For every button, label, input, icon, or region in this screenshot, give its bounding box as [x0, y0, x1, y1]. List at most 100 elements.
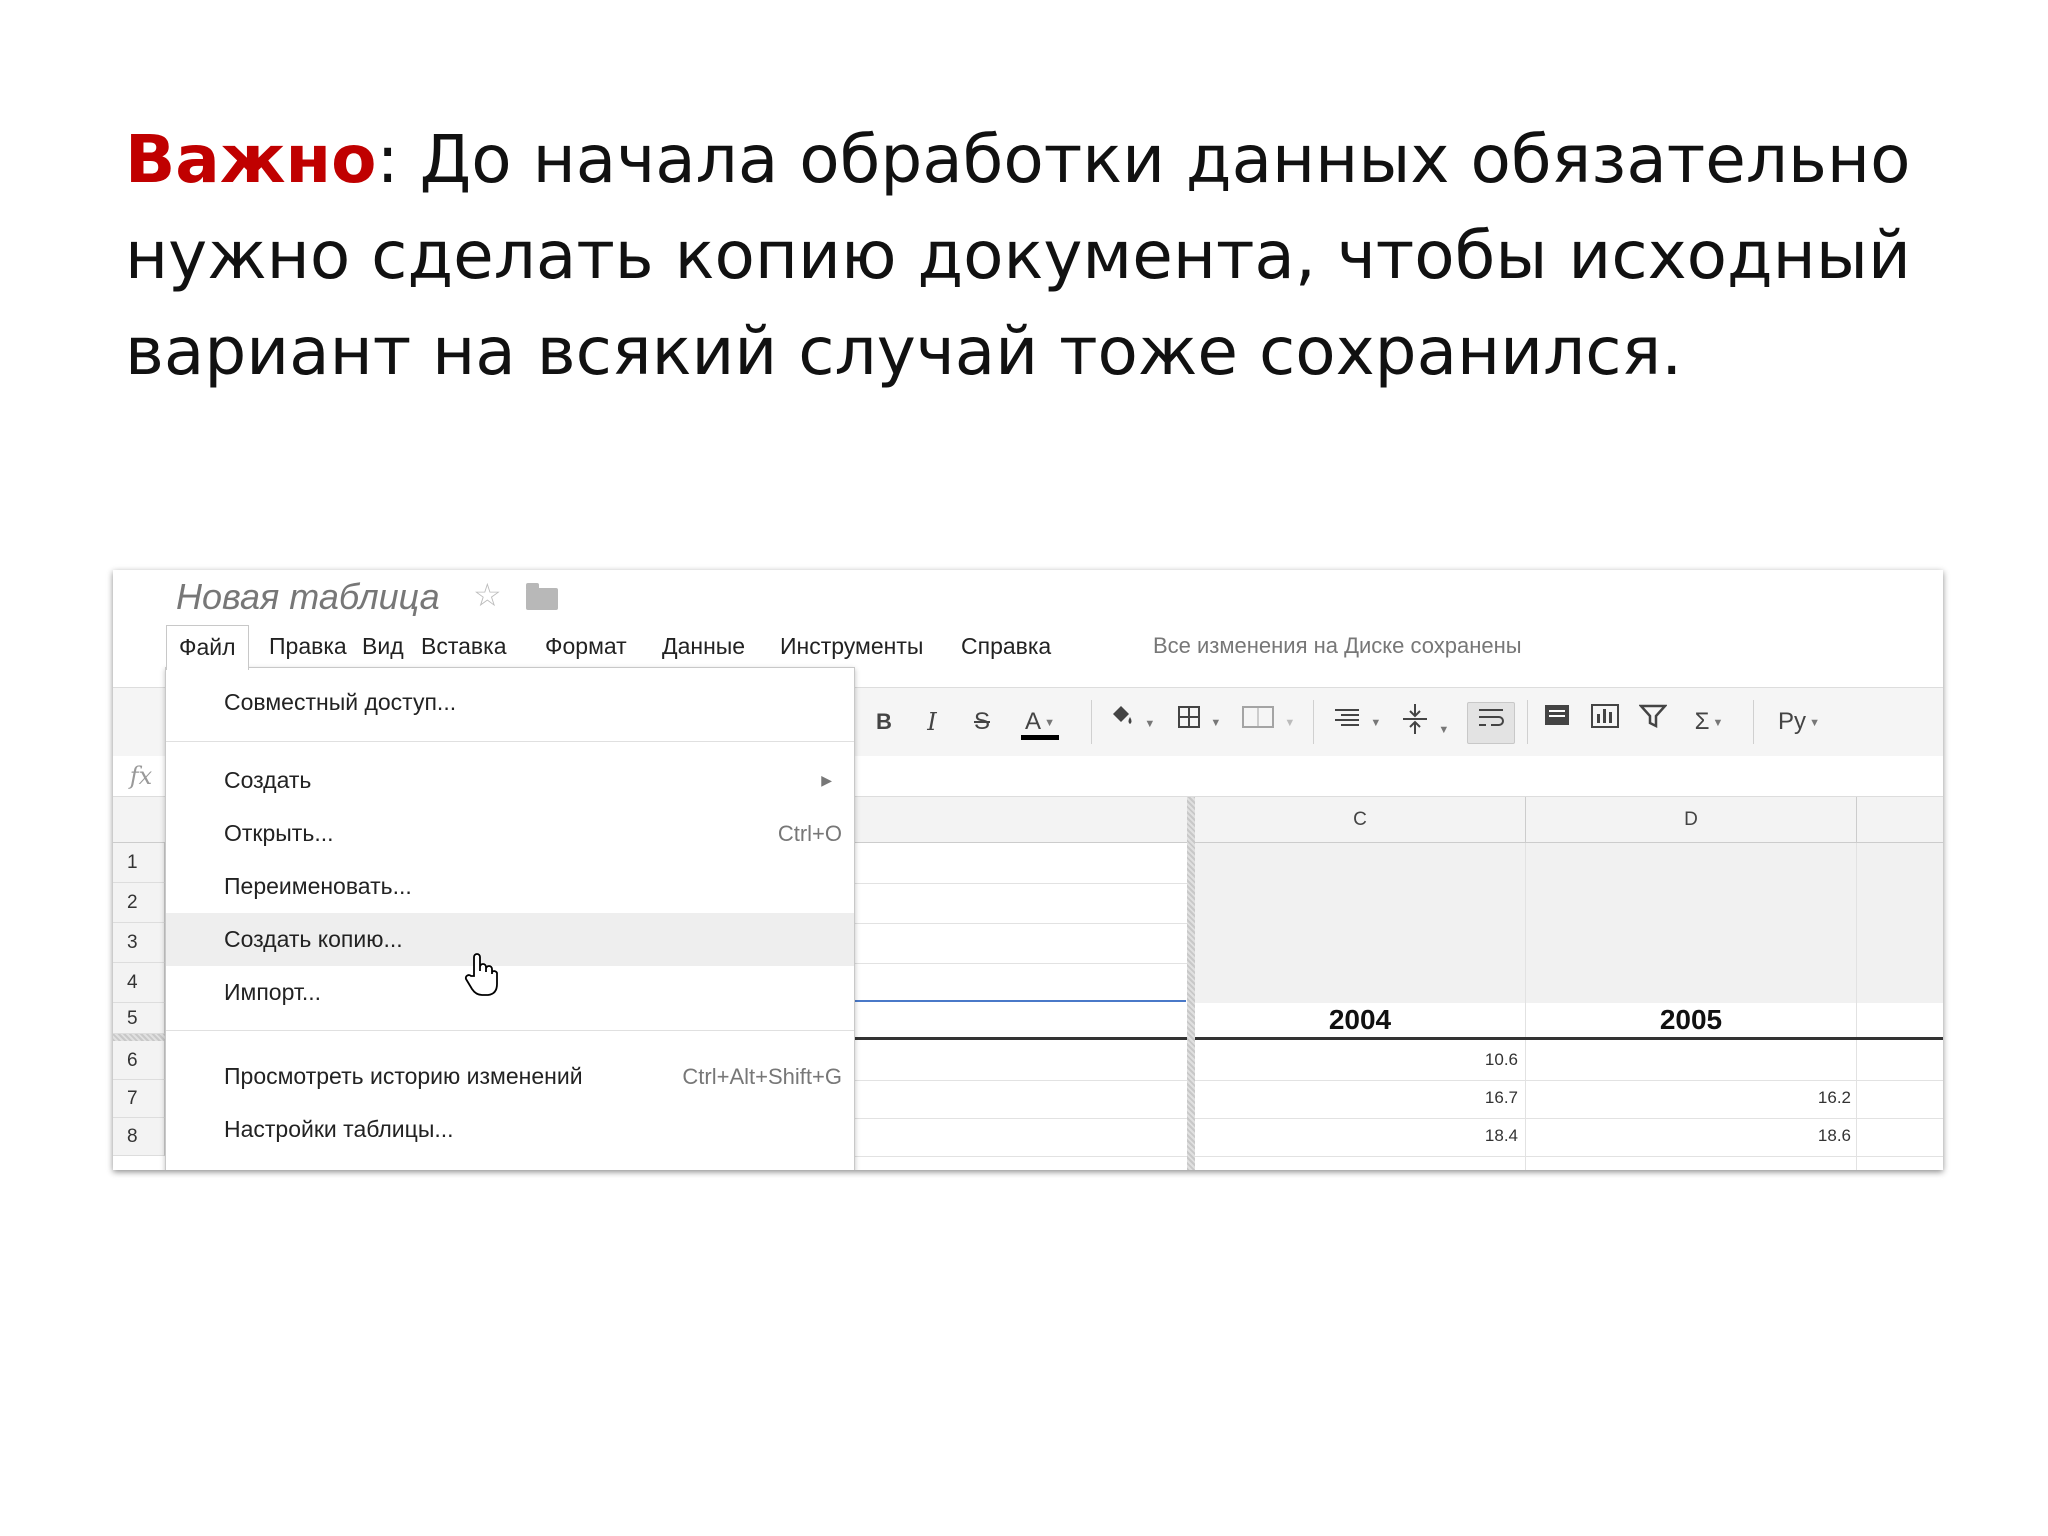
menu-spreadsheet-settings[interactable]: Настройки таблицы...: [166, 1103, 854, 1156]
menu-format[interactable]: Формат: [533, 625, 639, 667]
menu-history-label: Просмотреть историю изменений: [224, 1063, 583, 1089]
insert-chart-button[interactable]: [1585, 702, 1625, 742]
slide-heading: Важно: До начала обработки данных обязат…: [125, 112, 1985, 400]
row-header-1[interactable]: 1: [113, 843, 165, 883]
paint-bucket-icon: [1107, 706, 1142, 736]
grid-line: [1856, 843, 1857, 1170]
filter-button[interactable]: [1633, 702, 1673, 742]
italic-button[interactable]: I: [915, 702, 949, 742]
bold-button[interactable]: B: [867, 702, 901, 742]
heading-text: : До начала обработки данных обязательно…: [125, 121, 1911, 390]
row-header-3[interactable]: 3: [113, 923, 165, 963]
row-header-4[interactable]: 4: [113, 963, 165, 1003]
corner-cell[interactable]: [113, 797, 166, 842]
spreadsheet-screenshot: Новая таблица ☆ Файл Правка Вид Вставка …: [113, 570, 1943, 1170]
functions-button[interactable]: Σ ▼: [1681, 702, 1737, 742]
merge-cells-button[interactable]: ▼: [1237, 702, 1299, 742]
menu-create-label: Создать: [224, 767, 312, 793]
menu-tools[interactable]: Инструменты: [768, 625, 935, 667]
menu-share[interactable]: Совместный доступ...: [166, 676, 854, 729]
borders-icon: [1177, 706, 1208, 735]
grid-line: [853, 883, 1187, 884]
menu-history-shortcut: Ctrl+Alt+Shift+G: [682, 1064, 842, 1089]
cell-c6[interactable]: 10.6: [1438, 1050, 1518, 1070]
folder-icon[interactable]: [526, 583, 558, 610]
input-tools-label: Ру: [1778, 708, 1807, 735]
grid-line: [853, 1080, 1943, 1081]
menu-view[interactable]: Вид: [350, 625, 416, 667]
grid-line: [853, 1156, 1943, 1157]
cell-c8[interactable]: 18.4: [1438, 1126, 1518, 1146]
frozen-rows-handle[interactable]: [113, 1034, 165, 1041]
row-header-5[interactable]: 5: [113, 1003, 165, 1034]
wrap-text-icon: [1477, 709, 1505, 736]
borders-button[interactable]: ▼: [1171, 702, 1227, 742]
grid-line: [853, 923, 1187, 924]
chevron-down-icon: ▼: [1144, 717, 1156, 730]
save-status[interactable]: Все изменения на Диске сохранены: [1153, 625, 1522, 667]
menu-open[interactable]: Открыть... Ctrl+O: [166, 807, 854, 860]
sigma-icon: Σ: [1694, 708, 1710, 735]
heading-highlight: Важно: [125, 121, 377, 198]
grid-line: [853, 1118, 1943, 1119]
menu-share-label: Совместный доступ...: [224, 689, 457, 715]
strikethrough-button[interactable]: S: [965, 702, 999, 742]
submenu-arrow-icon: ▶: [821, 772, 832, 788]
text-color-icon: A: [1025, 708, 1042, 735]
menu-import[interactable]: Импорт...: [166, 966, 854, 1019]
row-header-8[interactable]: 8: [113, 1118, 165, 1156]
menu-create[interactable]: Создать ▶: [166, 754, 854, 807]
header-fill: [1195, 843, 1943, 1003]
file-menu-dropdown: Совместный доступ... Создать ▶ Открыть...…: [165, 667, 855, 1170]
menu-divider: [166, 1030, 854, 1031]
menu-bar: Файл Правка Вид Вставка Формат Данные Ин…: [113, 625, 1943, 670]
menu-help[interactable]: Справка: [949, 625, 1063, 667]
menu-rename[interactable]: Переименовать...: [166, 860, 854, 913]
chevron-down-icon: ▼: [1284, 716, 1296, 729]
chart-icon: [1589, 704, 1621, 736]
comment-icon: [1543, 705, 1571, 735]
frozen-columns-handle[interactable]: [1187, 797, 1195, 1170]
year-2005-cell[interactable]: 2005: [1526, 1000, 1856, 1040]
menu-make-copy[interactable]: Создать копию...: [166, 913, 854, 966]
menu-rename-label: Переименовать...: [224, 873, 412, 899]
menu-revision-history[interactable]: Просмотреть историю изменений Ctrl+Alt+Sh…: [166, 1050, 854, 1103]
insert-comment-button[interactable]: [1537, 702, 1577, 742]
vertical-align-icon: [1401, 704, 1436, 742]
menu-make-copy-label: Создать копию...: [224, 926, 403, 952]
menu-data[interactable]: Данные: [650, 625, 757, 667]
menu-edit[interactable]: Правка: [257, 625, 359, 667]
star-icon[interactable]: ☆: [473, 576, 502, 614]
vertical-align-button[interactable]: ▼: [1395, 702, 1455, 742]
cell-d7[interactable]: 16.2: [1771, 1088, 1851, 1108]
input-tools-button[interactable]: Ру ▼: [1767, 702, 1831, 742]
wrap-text-button[interactable]: [1467, 702, 1515, 744]
column-header-c[interactable]: C: [1195, 797, 1526, 842]
chevron-down-icon: ▼: [1712, 716, 1724, 729]
menu-divider: [166, 741, 854, 742]
cell-c7[interactable]: 16.7: [1438, 1088, 1518, 1108]
column-header-d[interactable]: D: [1526, 797, 1857, 842]
row-header-6[interactable]: 6: [113, 1041, 165, 1080]
filter-icon: [1638, 704, 1668, 735]
grid-line: [853, 963, 1187, 964]
chevron-down-icon: ▼: [1044, 716, 1055, 729]
menu-file[interactable]: Файл: [166, 625, 249, 670]
text-color-button[interactable]: A ▼: [1009, 702, 1071, 742]
menu-open-label: Открыть...: [224, 820, 334, 846]
menu-insert[interactable]: Вставка: [409, 625, 519, 667]
document-title[interactable]: Новая таблица: [176, 576, 440, 618]
text-color-swatch: [1021, 734, 1059, 740]
hand-cursor-icon: [463, 952, 499, 1003]
toolbar-divider: [1091, 700, 1092, 744]
toolbar-divider: [1527, 700, 1528, 744]
row-header-7[interactable]: 7: [113, 1080, 165, 1118]
toolbar-divider: [1313, 700, 1314, 744]
row-header-2[interactable]: 2: [113, 883, 165, 923]
cell-d8[interactable]: 18.6: [1771, 1126, 1851, 1146]
selection-border: [853, 1000, 1186, 1002]
fill-color-button[interactable]: ▼: [1101, 702, 1161, 742]
align-button[interactable]: ▼: [1327, 702, 1387, 742]
chevron-down-icon: ▼: [1210, 716, 1222, 729]
year-2004-cell[interactable]: 2004: [1195, 1000, 1525, 1040]
